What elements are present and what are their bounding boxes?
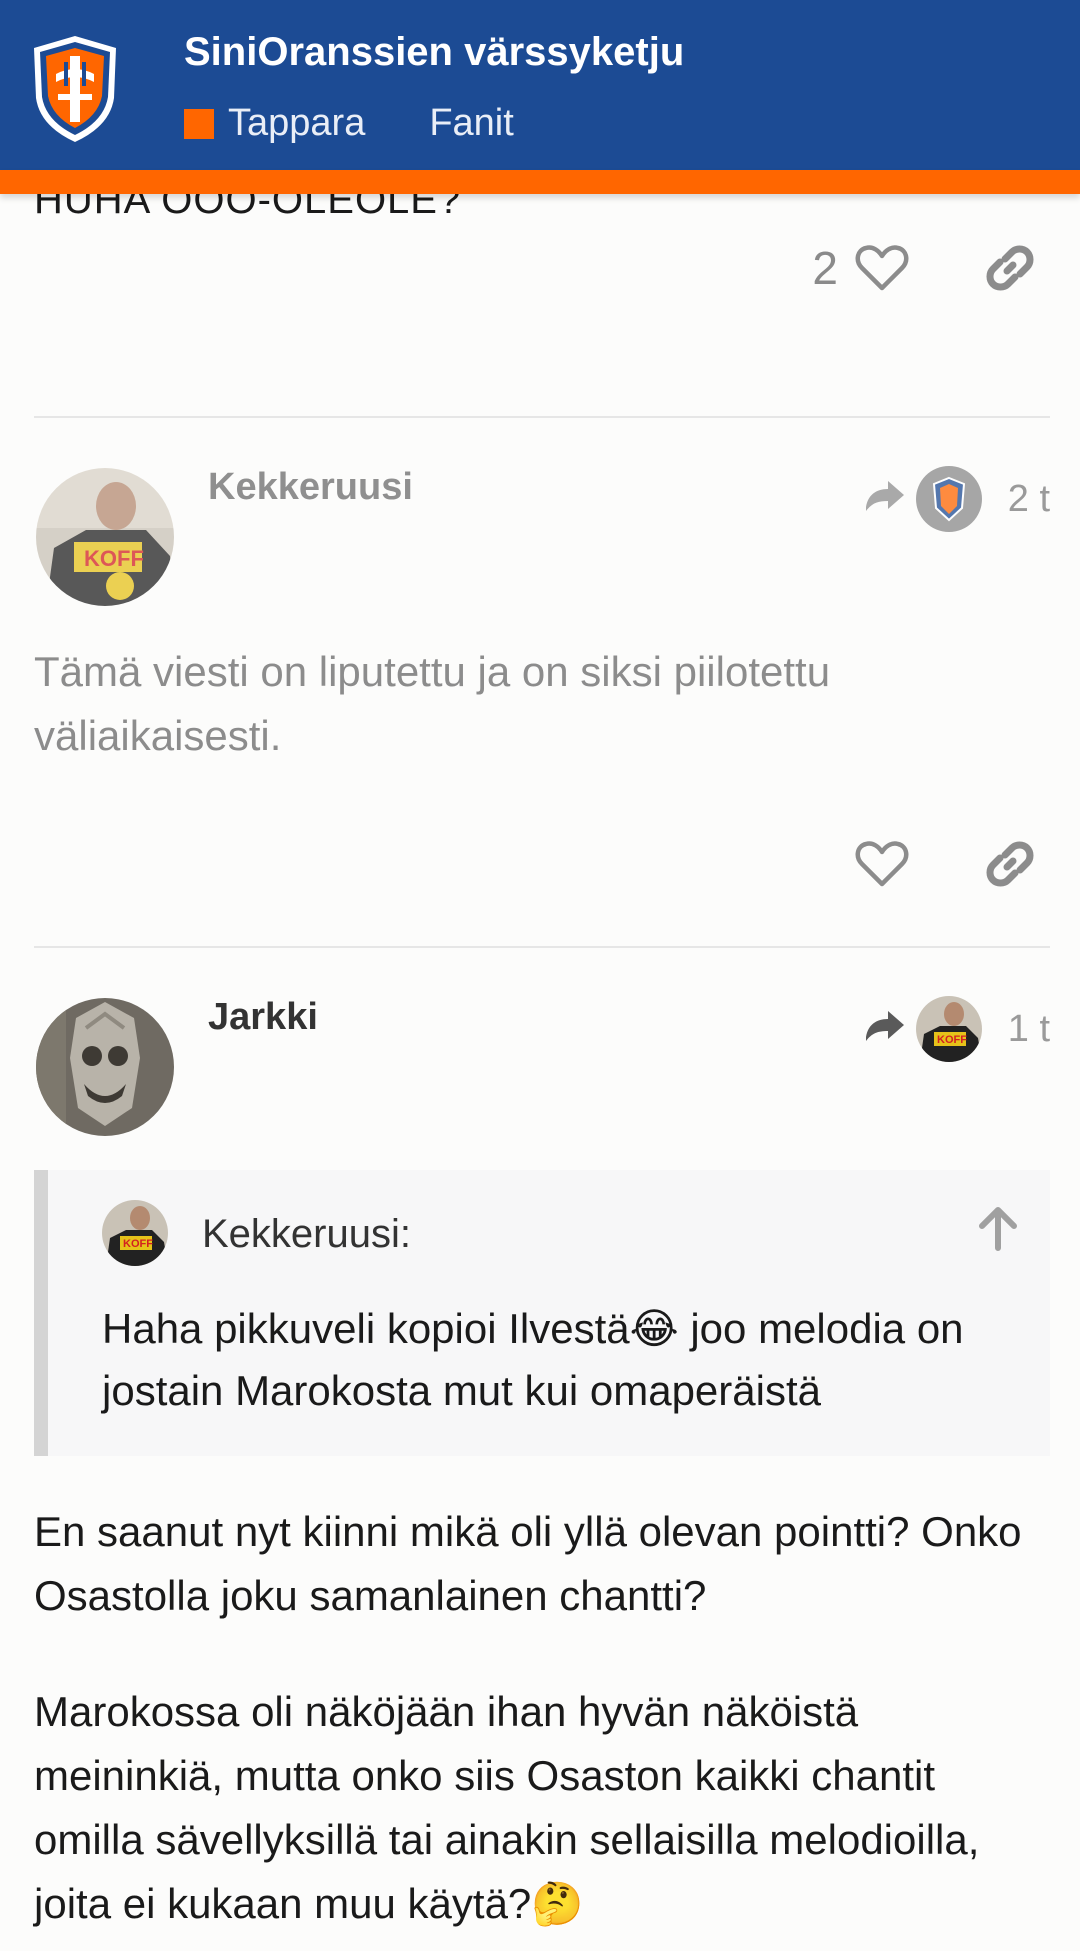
category-link-tappara[interactable]: Tappara [228,102,365,145]
flagged-message: Tämä viesti on liputettu ja on siksi pii… [34,648,831,759]
category-breadcrumb: Tappara Fanit [184,102,578,145]
topic-stream: HUHA OOO-OLEOLE? 2 KOFF Kekkeruusi 2 t T… [0,0,1080,1951]
post-actions [852,834,1040,894]
reply-to-avatar [915,466,982,532]
share-link-button[interactable] [980,834,1040,894]
reply-arrow-icon [865,1011,904,1041]
category-color-badge [184,108,214,139]
svg-text:KOFF: KOFF [123,1238,153,1250]
post-divider [34,416,1050,418]
like-button[interactable] [852,834,912,894]
like-count[interactable]: 2 [812,241,838,295]
heart-icon [855,841,909,887]
link-icon [986,841,1034,887]
post-paragraph: Marokossa oli näköjään ihan hyvän näköis… [34,1688,980,1927]
avatar-image [36,998,174,1136]
post-paragraph: En saanut nyt kiinni mikä oli yllä oleva… [34,1508,1022,1619]
arrow-up-icon[interactable] [974,1204,1022,1252]
quote-text: Haha pikkuveli kopioi Ilvestä😂 joo melod… [102,1305,964,1414]
post-age: 2 t [1007,477,1050,520]
svg-text:KOFF: KOFF [937,1034,967,1046]
reply-to-indicator[interactable]: KOFF 1 t [862,996,1050,1062]
avatar-jarkki[interactable] [36,998,174,1136]
reply-to-avatar: KOFF [915,996,982,1062]
like-button[interactable] [852,238,912,298]
topic-title[interactable]: SiniOranssien värssyketju [184,30,684,75]
post-divider [34,946,1050,948]
tappara-logo[interactable] [30,34,120,144]
avatar-kekkeruusi[interactable]: KOFF [36,468,174,606]
quote-block: KOFF Kekkeruusi: Haha pikkuveli kopioi I… [34,1170,1050,1456]
post-age: 1 t [1007,1007,1050,1050]
svg-text:KOFF: KOFF [84,546,144,571]
reply-arrow-icon [865,481,904,511]
quote-avatar: KOFF [102,1200,168,1266]
share-link-button[interactable] [980,238,1040,298]
tag-link-fanit[interactable]: Fanit [429,102,513,145]
username-kekkeruusi[interactable]: Kekkeruusi [208,466,413,509]
quote-username[interactable]: Kekkeruusi: [202,1212,411,1257]
avatar-image: KOFF [36,468,174,606]
post-actions: 2 [812,238,1040,298]
reply-to-indicator[interactable]: 2 t [862,466,1050,532]
site-header: SiniOranssien värssyketju Tappara Fanit [0,0,1080,170]
header-accent-stripe [0,170,1080,194]
link-icon [986,245,1034,291]
heart-icon [855,245,909,291]
username-jarkki[interactable]: Jarkki [208,996,318,1039]
